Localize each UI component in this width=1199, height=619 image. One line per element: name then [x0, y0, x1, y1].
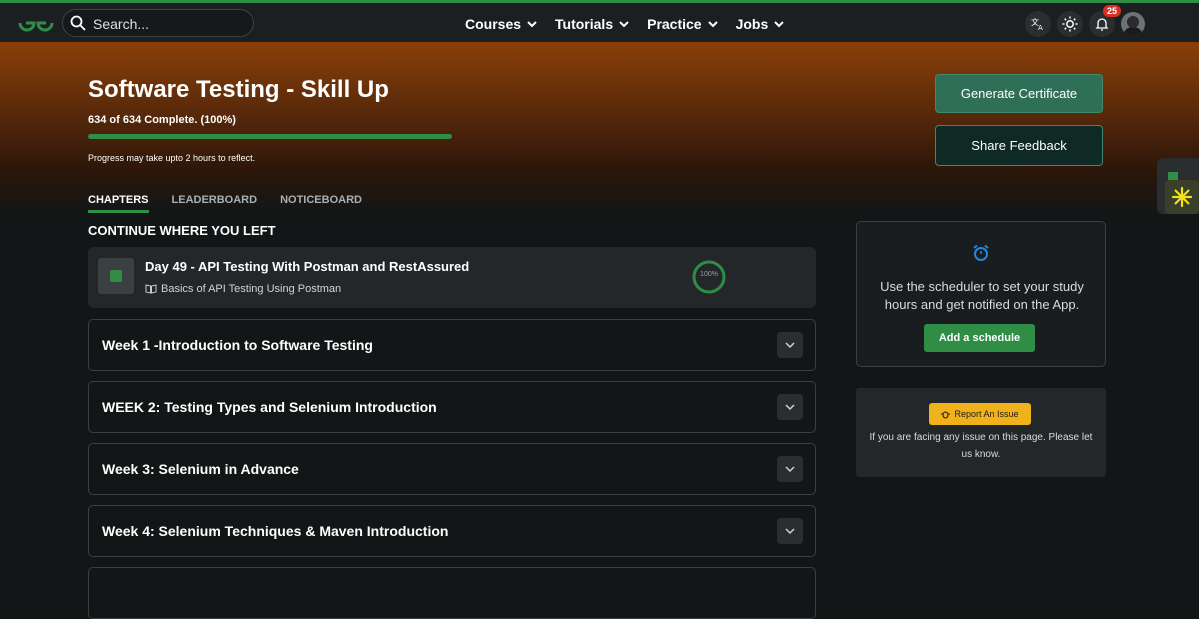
report-button-label: Report An Issue [954, 409, 1019, 419]
share-feedback-button[interactable]: Share Feedback [935, 125, 1103, 166]
avatar[interactable] [1121, 12, 1145, 36]
gfg-logo-icon[interactable] [16, 11, 56, 35]
week-accordion[interactable]: Week 3: Selenium in Advance [88, 443, 816, 495]
notifications-button[interactable]: 25 [1089, 5, 1121, 37]
bell-icon [1095, 18, 1109, 31]
progress-bar [88, 134, 452, 139]
report-panel: Report An Issue If you are facing any is… [856, 388, 1106, 477]
chevron-down-icon [707, 20, 718, 27]
expand-button[interactable] [777, 518, 803, 544]
week-accordion[interactable]: WEEK 2: Testing Types and Selenium Intro… [88, 381, 816, 433]
book-icon [145, 284, 157, 294]
expand-button[interactable] [777, 394, 803, 420]
chevron-down-icon [619, 20, 629, 27]
floating-side-widget[interactable] [1157, 158, 1199, 214]
menu-label: Jobs [735, 16, 769, 32]
tab-chapters[interactable]: CHAPTERS [88, 194, 149, 213]
search-box[interactable]: Search... [62, 9, 254, 37]
continue-sub-label: Basics of API Testing Using Postman [161, 283, 342, 295]
progress-note: Progress may take upto 2 hours to reflec… [88, 153, 256, 163]
expand-button[interactable] [777, 332, 803, 358]
menu-courses[interactable]: Courses [465, 16, 537, 32]
translate-icon: 文A [1031, 17, 1043, 31]
chevron-down-icon [527, 20, 537, 27]
scheduler-text: Use the scheduler to set your study hour… [880, 279, 1084, 312]
chevron-down-icon [785, 341, 795, 348]
chevron-down-icon [785, 403, 795, 410]
continue-lesson-title[interactable]: Day 49 - API Testing With Postman and Re… [145, 259, 469, 274]
expand-button[interactable] [777, 456, 803, 482]
svg-text:A: A [1038, 24, 1043, 31]
week-title: Week 1 -Introduction to Software Testing [102, 337, 373, 353]
add-schedule-button[interactable]: Add a schedule [924, 324, 1035, 352]
report-text: If you are facing any issue on this page… [869, 432, 1093, 460]
week-accordion[interactable]: Week 1 -Introduction to Software Testing [88, 319, 816, 371]
page-title: Software Testing - Skill Up [88, 76, 389, 103]
course-tabs: CHAPTERS LEADERBOARD NOTICEBOARD [88, 194, 362, 213]
search-input[interactable]: Search... [93, 16, 149, 32]
menu-label: Courses [465, 16, 522, 32]
lesson-thumbnail-icon [98, 258, 134, 294]
continue-heading: CONTINUE WHERE YOU LEFT [88, 223, 276, 238]
report-issue-button[interactable]: Report An Issue [929, 403, 1031, 425]
week-title: Week 4: Selenium Techniques & Maven Intr… [102, 523, 449, 539]
generate-certificate-button[interactable]: Generate Certificate [935, 74, 1103, 113]
progress-bar-fill [88, 134, 452, 139]
tab-noticeboard[interactable]: NOTICEBOARD [280, 194, 362, 213]
bug-icon [941, 411, 951, 418]
progress-text: 634 of 634 Complete. (100%) [88, 114, 236, 126]
sun-icon [1062, 16, 1078, 32]
scheduler-panel: Use the scheduler to set your study hour… [856, 221, 1106, 367]
menu-practice[interactable]: Practice [647, 16, 718, 32]
menu-label: Practice [647, 16, 702, 32]
week-title: Week 3: Selenium in Advance [102, 461, 299, 477]
search-icon [70, 15, 86, 31]
main-menu: Courses Tutorials Practice Jobs [465, 3, 802, 45]
alarm-clock-icon [973, 244, 989, 261]
chevron-down-icon [785, 527, 795, 534]
menu-jobs[interactable]: Jobs [736, 16, 785, 32]
course-header: Software Testing - Skill Up 634 of 634 C… [0, 42, 1199, 213]
menu-label: Tutorials [555, 16, 614, 32]
translate-button[interactable]: 文A [1025, 11, 1051, 37]
completion-percent: 100% [700, 271, 718, 278]
notification-badge: 25 [1102, 5, 1121, 17]
top-navbar: Search... Courses Tutorials Practice Job… [0, 0, 1199, 42]
tab-leaderboard[interactable]: LEADERBOARD [172, 194, 258, 213]
week-accordion[interactable] [88, 567, 816, 619]
chevron-down-icon [774, 20, 784, 27]
sparkle-icon[interactable] [1165, 180, 1199, 214]
menu-tutorials[interactable]: Tutorials [555, 16, 629, 32]
theme-toggle-button[interactable] [1057, 11, 1083, 37]
week-accordion[interactable]: Week 4: Selenium Techniques & Maven Intr… [88, 505, 816, 557]
continue-card[interactable]: Day 49 - API Testing With Postman and Re… [88, 247, 816, 308]
chevron-down-icon [785, 465, 795, 472]
week-title: WEEK 2: Testing Types and Selenium Intro… [102, 399, 437, 415]
continue-lesson-sub: Basics of API Testing Using Postman [145, 283, 341, 295]
nav-actions: 文A 25 [1025, 5, 1145, 37]
